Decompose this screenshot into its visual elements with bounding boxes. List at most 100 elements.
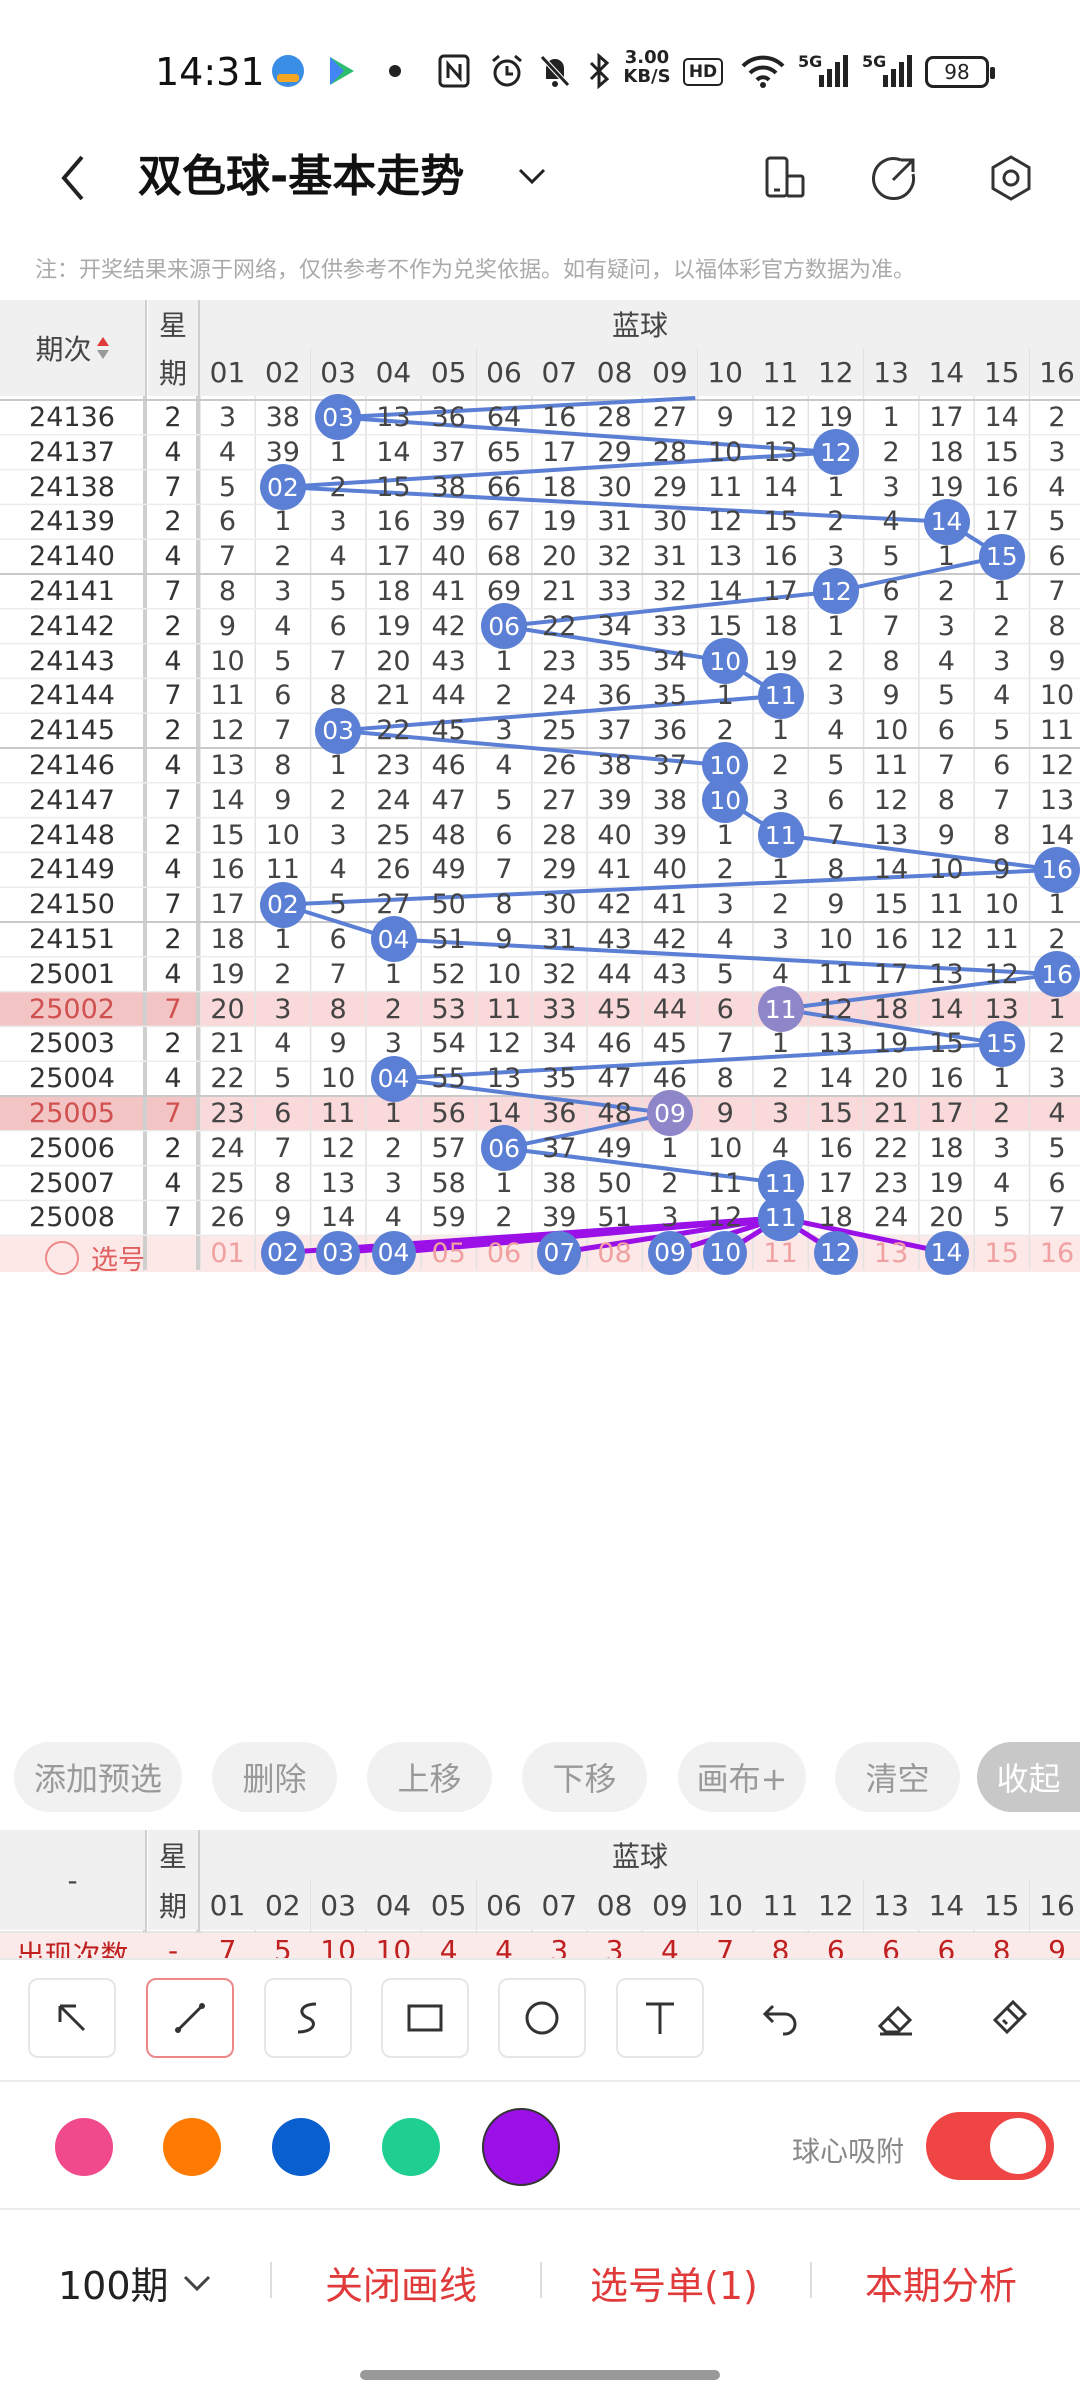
omission-value[interactable]: 11 (200, 680, 255, 711)
color-swatch[interactable] (482, 2108, 560, 2186)
winning-ball[interactable]: 02 (259, 881, 306, 928)
omission-value[interactable]: 44 (642, 994, 697, 1025)
omission-value[interactable]: 44 (421, 680, 476, 711)
omission-value[interactable]: 45 (587, 994, 642, 1025)
omission-value[interactable]: 1 (477, 646, 532, 677)
omission-value[interactable]: 3 (642, 1202, 697, 1233)
omission-value[interactable]: 3 (366, 1168, 421, 1199)
omission-value[interactable]: 8 (864, 646, 919, 677)
omission-value[interactable]: 37 (421, 437, 476, 468)
omission-value[interactable]: 25 (532, 715, 587, 746)
pick-option[interactable]: 06 (477, 1238, 532, 1269)
omission-value[interactable]: 36 (532, 1098, 587, 1129)
omission-value[interactable]: 33 (587, 576, 642, 607)
winning-ball[interactable]: 02 (259, 464, 306, 510)
omission-value[interactable]: 16 (366, 506, 421, 537)
omission-value[interactable]: 1 (1030, 889, 1080, 920)
canvas-plus-button[interactable]: 画布+ (678, 1742, 806, 1812)
omission-value[interactable]: 16 (864, 924, 919, 955)
omission-value[interactable]: 56 (421, 1098, 476, 1129)
omission-value[interactable]: 11 (919, 889, 974, 920)
omission-value[interactable]: 1 (808, 611, 863, 642)
omission-value[interactable]: 36 (587, 680, 642, 711)
picked-ball[interactable]: 04 (371, 1230, 416, 1275)
omission-value[interactable]: 10 (311, 1063, 366, 1094)
omission-value[interactable]: 3 (974, 646, 1029, 677)
pick-option[interactable]: 08 (587, 1238, 642, 1269)
omission-value[interactable]: 17 (919, 402, 974, 433)
omission-value[interactable]: 42 (642, 924, 697, 955)
omission-value[interactable]: 7 (698, 1028, 753, 1059)
omission-value[interactable]: 32 (532, 959, 587, 990)
move-down-button[interactable]: 下移 (522, 1742, 647, 1812)
omission-value[interactable]: 4 (311, 854, 366, 885)
omission-value[interactable]: 54 (421, 1028, 476, 1059)
omission-value[interactable]: 19 (366, 611, 421, 642)
omission-value[interactable]: 4 (919, 646, 974, 677)
omission-value[interactable]: 38 (421, 472, 476, 503)
omission-value[interactable]: 18 (753, 611, 808, 642)
omission-value[interactable]: 15 (366, 472, 421, 503)
omission-value[interactable]: 46 (421, 750, 476, 781)
omission-value[interactable]: 14 (974, 402, 1029, 433)
omission-value[interactable]: 3 (255, 994, 310, 1025)
omission-value[interactable]: 6 (477, 820, 532, 851)
omission-value[interactable]: 26 (532, 750, 587, 781)
omission-value[interactable]: 2 (477, 680, 532, 711)
omission-value[interactable]: 45 (421, 715, 476, 746)
picked-ball[interactable]: 14 (924, 1230, 969, 1275)
omission-value[interactable]: 4 (864, 506, 919, 537)
picked-ball[interactable]: 07 (537, 1230, 582, 1275)
omission-value[interactable]: 14 (753, 472, 808, 503)
omission-value[interactable]: 20 (919, 1202, 974, 1233)
omission-value[interactable]: 6 (974, 750, 1029, 781)
omission-value[interactable]: 8 (255, 1168, 310, 1199)
omission-value[interactable]: 28 (587, 402, 642, 433)
omission-value[interactable]: 66 (477, 472, 532, 503)
omission-value[interactable]: 7 (974, 785, 1029, 816)
omission-value[interactable]: 5 (808, 750, 863, 781)
winning-ball[interactable]: 12 (812, 429, 859, 476)
omission-value[interactable]: 7 (919, 750, 974, 781)
winning-ball[interactable]: 12 (812, 568, 859, 615)
omission-value[interactable]: 2 (366, 1133, 421, 1164)
omission-value[interactable]: 2 (753, 750, 808, 781)
omission-value[interactable]: 33 (532, 994, 587, 1025)
omission-value[interactable]: 40 (587, 820, 642, 851)
close-lines-button[interactable]: 关闭画线 (325, 2255, 477, 2310)
omission-value[interactable]: 43 (421, 646, 476, 677)
omission-value[interactable]: 2 (366, 994, 421, 1025)
omission-value[interactable]: 2 (698, 854, 753, 885)
omission-value[interactable]: 33 (642, 611, 697, 642)
omission-value[interactable]: 29 (642, 472, 697, 503)
omission-value[interactable]: 11 (1030, 715, 1080, 746)
rectangle-tool[interactable] (381, 1978, 469, 2058)
omission-value[interactable]: 47 (587, 1063, 642, 1094)
omission-value[interactable]: 3 (255, 576, 310, 607)
omission-value[interactable]: 41 (587, 854, 642, 885)
omission-value[interactable]: 52 (421, 959, 476, 990)
omission-value[interactable]: 38 (255, 402, 310, 433)
omission-value[interactable]: 14 (698, 576, 753, 607)
omission-value[interactable]: 11 (311, 1098, 366, 1129)
omission-value[interactable]: 9 (200, 611, 255, 642)
omission-value[interactable]: 15 (974, 437, 1029, 468)
omission-value[interactable]: 19 (919, 1168, 974, 1199)
picked-ball[interactable]: 12 (813, 1230, 858, 1275)
omission-value[interactable]: 3 (919, 611, 974, 642)
omission-value[interactable]: 25 (366, 820, 421, 851)
omission-value[interactable]: 13 (311, 1168, 366, 1199)
omission-value[interactable]: 49 (587, 1133, 642, 1164)
omission-value[interactable]: 2 (255, 959, 310, 990)
omission-value[interactable]: 15 (864, 889, 919, 920)
omission-value[interactable]: 3 (1030, 437, 1080, 468)
omission-value[interactable]: 13 (919, 959, 974, 990)
omission-value[interactable]: 5 (864, 541, 919, 572)
page-title[interactable]: 双色球-基本走势 (138, 140, 464, 204)
omission-value[interactable]: 14 (311, 1202, 366, 1233)
omission-value[interactable]: 44 (587, 959, 642, 990)
omission-value[interactable]: 24 (532, 680, 587, 711)
omission-value[interactable]: 21 (864, 1098, 919, 1129)
back-icon[interactable] (48, 148, 98, 208)
omission-value[interactable]: 6 (808, 785, 863, 816)
